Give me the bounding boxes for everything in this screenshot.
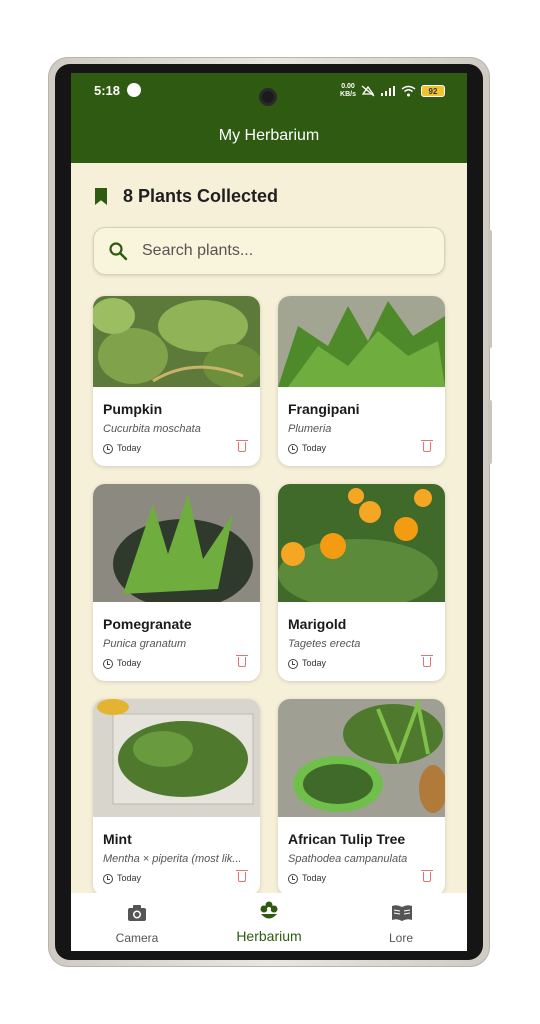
delete-icon[interactable] <box>236 870 248 882</box>
delete-icon[interactable] <box>236 655 248 667</box>
plant-scientific-name: Plumeria <box>288 423 332 435</box>
plant-photo <box>93 484 260 602</box>
power-button <box>488 400 492 464</box>
plant-name: Pomegranate <box>103 616 192 632</box>
plant-photo <box>93 296 260 387</box>
plant-photo <box>278 699 445 817</box>
collection-summary: 8 Plants Collected <box>95 186 278 207</box>
status-time: 5:18 <box>94 83 121 98</box>
plant-name: Frangipani <box>288 401 360 417</box>
page-title: My Herbarium <box>218 127 320 144</box>
plant-scientific-name: Punica granatum <box>103 638 187 650</box>
plant-scientific-name: Mentha × piperita (most lik... <box>103 853 242 865</box>
clock-icon <box>103 874 113 884</box>
plant-count: 8 Plants Collected <box>123 186 279 206</box>
plant-date: Today <box>117 873 142 883</box>
wifi-icon <box>401 85 416 97</box>
plant-name: Pumpkin <box>103 401 163 417</box>
plant-photo <box>278 484 445 602</box>
search-input[interactable] <box>142 228 432 274</box>
net-speed: 0.00 KB/s <box>340 83 356 99</box>
plant-card[interactable]: Mint Mentha × piperita (most lik... Toda… <box>93 699 260 896</box>
delete-icon[interactable] <box>421 870 433 882</box>
plant-name: Marigold <box>288 616 347 632</box>
plant-card[interactable]: African Tulip Tree Spathodea campanulata… <box>278 699 445 896</box>
notification-icon <box>127 83 141 97</box>
plant-date: Today <box>117 658 142 668</box>
search-bar[interactable] <box>93 227 445 275</box>
net-speed-unit: KB/s <box>340 91 356 98</box>
net-speed-value: 0.00 <box>341 83 355 90</box>
plant-card[interactable]: Pumpkin Cucurbita moschata Today <box>93 296 260 466</box>
plant-name: Mint <box>103 831 132 847</box>
nav-camera-label: Camera <box>115 931 159 945</box>
plant-scientific-name: Cucurbita moschata <box>103 423 201 435</box>
mute-icon <box>361 85 375 97</box>
status-indicators: 0.00 KB/s 92 <box>340 83 445 99</box>
battery-icon: 92 <box>421 85 445 97</box>
app-screen: 5:18 0.00 KB/s 92 My Herbarium 8 Plants … <box>71 73 467 951</box>
volume-button <box>488 230 492 348</box>
clock-icon <box>288 444 298 454</box>
clock-icon <box>288 874 298 884</box>
plant-name: African Tulip Tree <box>288 831 406 847</box>
nav-herbarium[interactable]: Herbarium <box>203 899 335 951</box>
app-bar: 5:18 0.00 KB/s 92 My Herbarium <box>71 73 467 163</box>
plant-photo <box>93 699 260 817</box>
plant-scientific-name: Tagetes erecta <box>288 638 361 650</box>
search-icon <box>109 242 128 261</box>
signal-icon <box>381 86 395 96</box>
delete-icon[interactable] <box>236 440 248 452</box>
camera-icon <box>128 905 146 921</box>
delete-icon[interactable] <box>421 440 433 452</box>
flower-icon <box>260 901 278 919</box>
clock-icon <box>103 659 113 669</box>
plant-date: Today <box>117 443 142 453</box>
plant-date: Today <box>302 873 327 883</box>
clock-icon <box>103 444 113 454</box>
plant-card[interactable]: Marigold Tagetes erecta Today <box>278 484 445 681</box>
bookmark-icon <box>95 188 107 205</box>
bottom-navigation: Camera Herbarium Lore <box>71 893 467 951</box>
plant-photo <box>278 296 445 387</box>
plant-card[interactable]: Frangipani Plumeria Today <box>278 296 445 466</box>
status-bar: 5:18 0.00 KB/s 92 <box>71 79 467 106</box>
nav-herbarium-label: Herbarium <box>236 928 302 944</box>
plant-card[interactable]: Pomegranate Punica granatum Today <box>93 484 260 681</box>
nav-camera[interactable]: Camera <box>71 899 203 951</box>
book-icon <box>392 905 412 921</box>
plant-scientific-name: Spathodea campanulata <box>288 853 408 865</box>
nav-lore[interactable]: Lore <box>335 899 467 951</box>
plant-date: Today <box>302 443 327 453</box>
clock-icon <box>288 659 298 669</box>
nav-lore-label: Lore <box>388 931 414 945</box>
plant-date: Today <box>302 658 327 668</box>
delete-icon[interactable] <box>421 655 433 667</box>
front-camera <box>259 88 277 106</box>
